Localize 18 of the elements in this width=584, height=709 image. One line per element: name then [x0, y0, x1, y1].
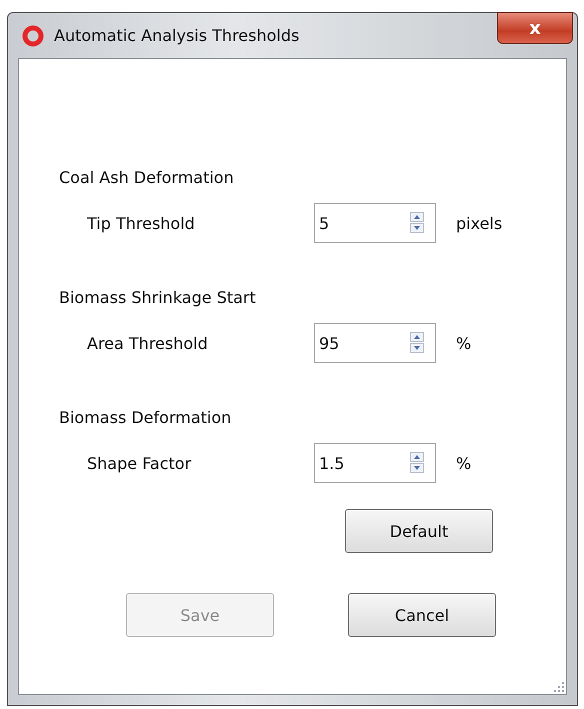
ring-logo-icon — [22, 24, 44, 46]
unit-label: pixels — [456, 214, 502, 232]
field-label: Shape Factor — [86, 454, 192, 472]
section-heading: Coal Ash Deformation — [59, 167, 235, 189]
number-field[interactable]: 5 — [314, 203, 436, 243]
unit-label: % — [456, 454, 472, 472]
field-label: Tip Threshold — [86, 214, 196, 232]
number-field[interactable]: 95 — [314, 323, 436, 363]
section-heading: Biomass Deformation — [59, 407, 232, 429]
unit-label: % — [456, 334, 472, 352]
number-field[interactable]: 1.5 — [314, 443, 436, 483]
field-label: Area Threshold — [86, 334, 209, 352]
default-button[interactable]: Default — [345, 509, 493, 553]
section-heading: Biomass Shrinkage Start — [59, 287, 257, 309]
resize-grip-icon — [554, 682, 564, 692]
window-title: Automatic Analysis Thresholds — [54, 26, 300, 45]
cancel-button[interactable]: Cancel — [348, 593, 496, 637]
close-button[interactable]: x — [497, 12, 573, 44]
